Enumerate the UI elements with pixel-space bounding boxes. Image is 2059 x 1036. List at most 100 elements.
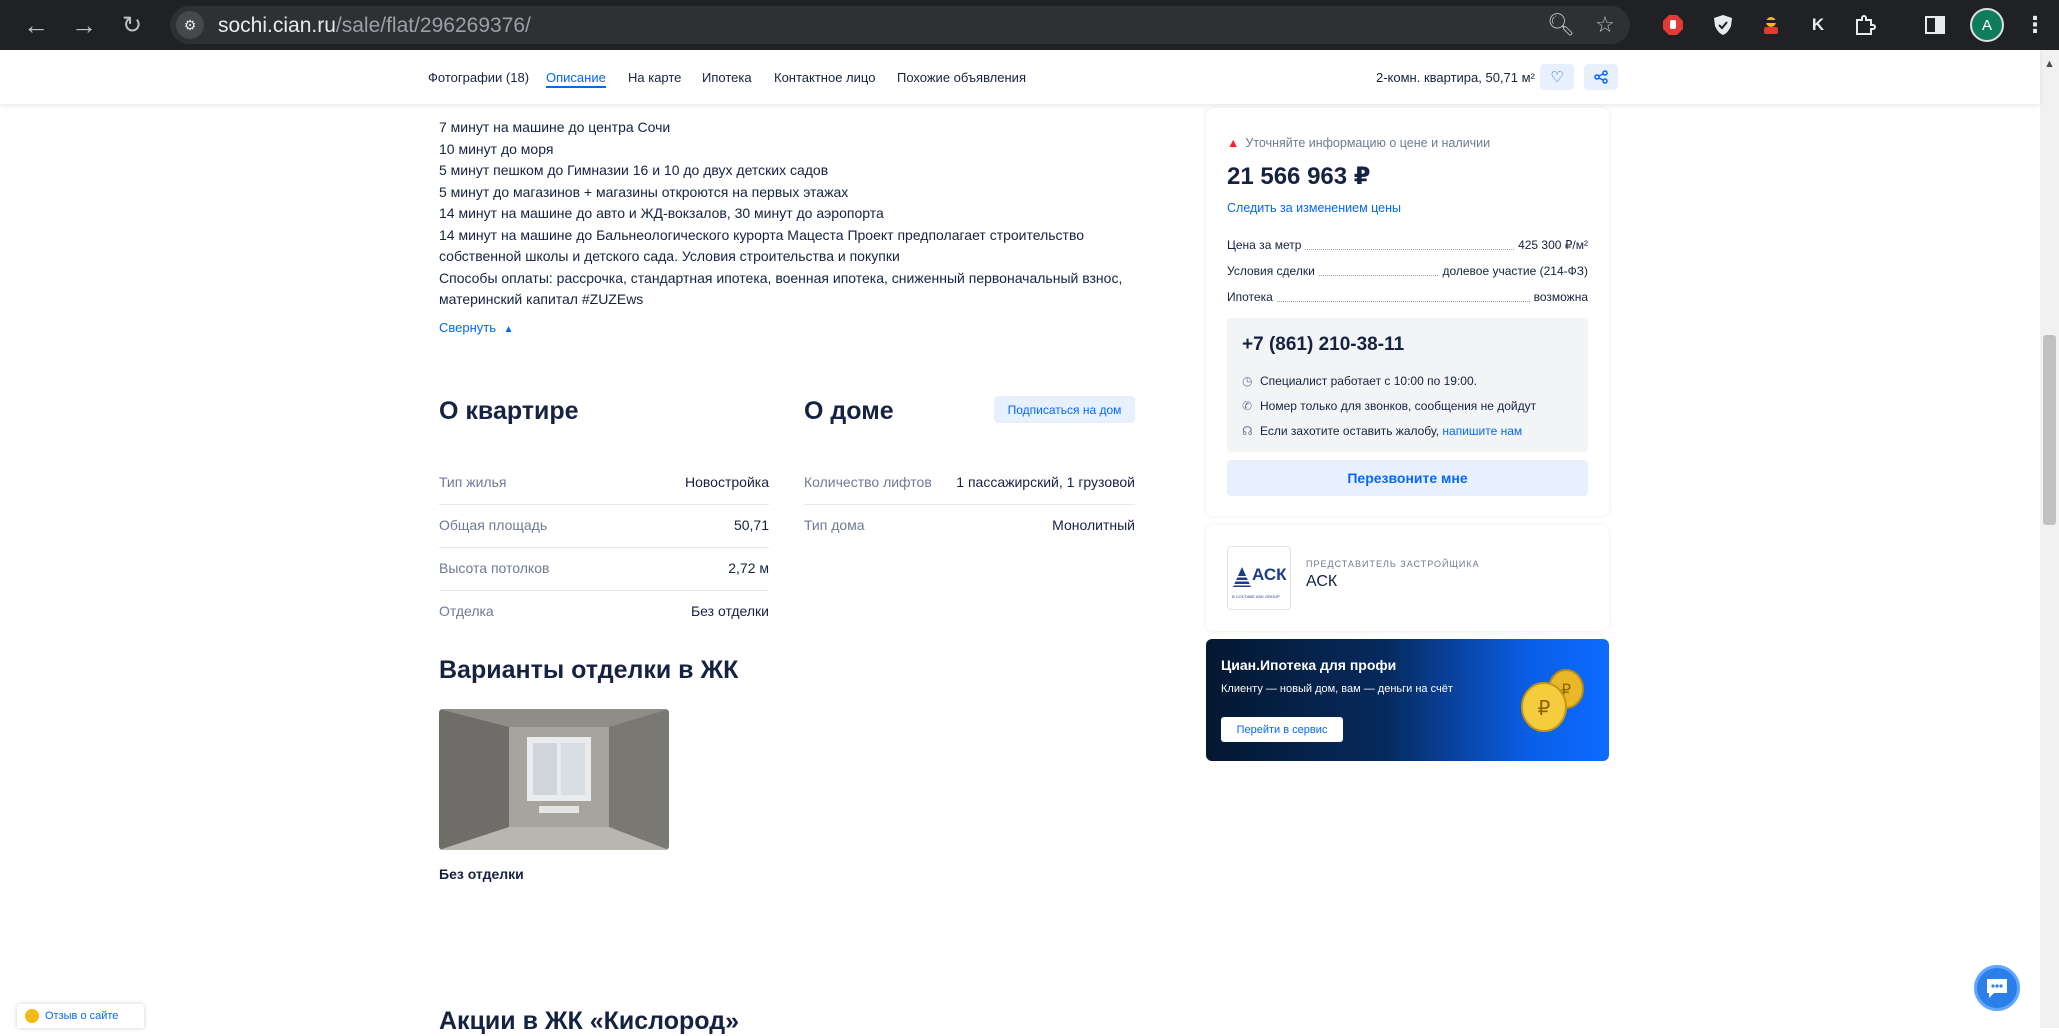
fact-label: Общая площадь [439,517,548,533]
browser-menu-icon[interactable]: ⋮ [2020,10,2050,40]
chat-widget-button[interactable] [1974,965,2020,1011]
share-icon[interactable] [1584,64,1618,90]
k-extension-icon[interactable]: K [1803,10,1833,40]
warning-triangle-icon: ▲ [1227,136,1240,150]
scroll-up-arrow-icon[interactable]: ▲ [2040,58,2059,74]
complaint-link[interactable]: напишите нам [1442,424,1522,438]
scrollbar-thumb[interactable] [2043,335,2056,525]
coins-icon: ₽ ₽ [1521,669,1584,732]
clock-icon: ◷ [1242,374,1253,388]
description-line: 7 минут на машине до центра Сочи [439,119,671,135]
price-fact-row: Условия сделки долевое участие (214-ФЗ) [1227,264,1588,282]
flat-fact-row: Отделка Без отделки [439,591,769,634]
track-price-link[interactable]: Следить за изменением цены [1227,201,1401,215]
working-hours: ◷ Специалист работает с 10:00 по 19:00. [1242,374,1477,388]
extensions-puzzle-icon[interactable] [1850,10,1880,40]
price-fact-label: Цена за метр [1227,238,1306,252]
url-path: /sale/flat/296269376/ [335,14,531,37]
browser-toolbar: ← → ↻ ⚙ sochi.cian.ru/sale/flat/29626937… [0,0,2059,50]
complaint-note: ☊ Если захотите оставить жалобу, напишите… [1242,424,1522,438]
warning-text: Уточняйте информацию о цене и наличии [1245,136,1491,150]
address-url[interactable]: sochi.cian.ru/sale/flat/296269376/ [218,14,531,38]
tab-photos[interactable]: Фотографии (18) [428,70,529,85]
developer-name[interactable]: АСК [1306,573,1337,591]
price-value: 21 566 963 ₽ [1227,163,1371,190]
ad-text: Клиенту — новый дом, вам — деньги на счё… [1221,683,1453,695]
favorite-heart-icon[interactable]: ♡ [1540,64,1574,90]
reload-icon[interactable]: ↻ [110,0,154,50]
side-panel-icon[interactable] [1920,10,1950,40]
shield-extension-icon[interactable] [1708,10,1738,40]
fact-value: Новостройка [685,474,769,490]
house-section-title: О доме [804,397,894,425]
feedback-label: Отзыв о сайте [45,1010,119,1022]
smiley-icon [25,1009,39,1023]
developer-card[interactable]: АСК В СОСТАВЕ ASK GROUP ПРЕДСТАВИТЕЛЬ ЗА… [1206,525,1609,631]
price-fact-value: 425 300 ₽/м² [1514,238,1588,252]
tab-mortgage[interactable]: Ипотека [702,70,752,85]
tab-similar[interactable]: Похожие объявления [897,70,1026,85]
site-feedback-button[interactable]: Отзыв о сайте [17,1004,144,1028]
working-hours-text: Специалист работает с 10:00 по 19:00. [1260,374,1477,388]
forward-arrow-icon[interactable]: → [62,0,106,50]
developer-logo: АСК В СОСТАВЕ ASK GROUP [1227,546,1291,610]
fact-value: 1 пассажирский, 1 грузовой [956,474,1135,490]
zoom-icon[interactable]: 🔍︎ [1546,10,1576,40]
tab-map[interactable]: На карте [628,70,681,85]
mortgage-ad-banner[interactable]: Циан.Ипотека для профи Клиенту — новый д… [1206,639,1609,761]
agent-extension-icon[interactable] [1756,10,1786,40]
chat-bubble-icon [1987,979,2007,998]
description-line: 14 минут на машине до Бальнеологического… [439,226,1085,243]
description-line: 10 минут до моря [439,140,554,157]
url-host: sochi.cian.ru [218,14,336,37]
tab-contact[interactable]: Контактное лицо [774,70,875,85]
flat-fact-row: Высота потолков 2,72 м [439,548,769,591]
contact-box: +7 (861) 210-38-11 ◷ Специалист работает … [1227,318,1588,452]
price-fact-row: Цена за метр 425 300 ₽/м² [1227,238,1588,256]
site-info-icon[interactable]: ⚙ [176,11,204,39]
house-fact-row: Тип дома Монолитный [804,505,1135,548]
ad-button[interactable]: Перейти в сервис [1221,717,1343,742]
collapse-label: Свернуть [439,320,497,335]
description-line: 5 минут пешком до Гимназии 16 и 10 до дв… [439,162,829,178]
price-fact-value: возможна [1529,290,1588,304]
flat-fact-row: Общая площадь 50,71 [439,505,769,548]
fact-label: Отделка [439,603,494,619]
price-fact-label: Ипотека [1227,290,1277,304]
back-arrow-icon[interactable]: ← [14,0,58,50]
complaint-text: Если захотите оставить жалобу, [1260,424,1440,438]
fact-value: 50,71 [733,517,769,533]
developer-logo-mark-icon [1233,567,1251,587]
fact-label: Тип жилья [439,474,507,490]
finishing-photo[interactable] [439,709,669,850]
flat-fact-row: Тип жилья Новостройка [439,462,769,505]
description-text: 7 минут на машине до центра Сочи 10 мину… [439,117,1139,311]
finishing-section-title: Варианты отделки в ЖК [439,656,739,684]
house-fact-row: Количество лифтов 1 пассажирский, 1 груз… [804,462,1135,505]
listing-summary: 2-комн. квартира, 50,71 м² [1376,70,1535,85]
description-line: 5 минут до магазинов + магазины откроютс… [439,183,849,200]
sticky-tab-bar: Фотографии (18) Описание На карте Ипотек… [0,50,2040,104]
adblock-extension-icon[interactable] [1658,10,1688,40]
price-card: ▲ Уточняйте информацию о цене и наличии 2… [1206,108,1609,516]
ad-title: Циан.Ипотека для профи [1221,657,1397,673]
profile-avatar[interactable]: A [1970,8,2004,42]
price-fact-label: Условия сделки [1227,264,1319,278]
bookmark-star-icon[interactable]: ☆ [1590,10,1620,40]
chevron-up-icon: ▲ [503,324,514,335]
callback-button[interactable]: Перезвоните мне [1227,460,1588,496]
fact-label: Количество лифтов [804,474,932,490]
tab-description[interactable]: Описание [546,70,606,85]
price-warning: ▲ Уточняйте информацию о цене и наличии [1227,136,1490,150]
address-bar[interactable]: ⚙ sochi.cian.ru/sale/flat/296269376/ 🔍︎ … [170,6,1630,44]
fact-label: Тип дома [804,517,865,533]
collapse-description-button[interactable]: Свернуть ▲ [439,320,514,335]
developer-logo-text: АСК [1252,565,1287,584]
fact-value: Монолитный [1052,517,1135,533]
headset-icon: ☊ [1242,424,1253,438]
phone-number[interactable]: +7 (861) 210-38-11 [1242,334,1404,356]
page-scrollbar[interactable] [2040,50,2059,1028]
price-fact-value: долевое участие (214-ФЗ) [1438,264,1588,278]
subscribe-house-button[interactable]: Подписаться на дом [994,396,1135,423]
finishing-option-label: Без отделки [439,866,524,882]
